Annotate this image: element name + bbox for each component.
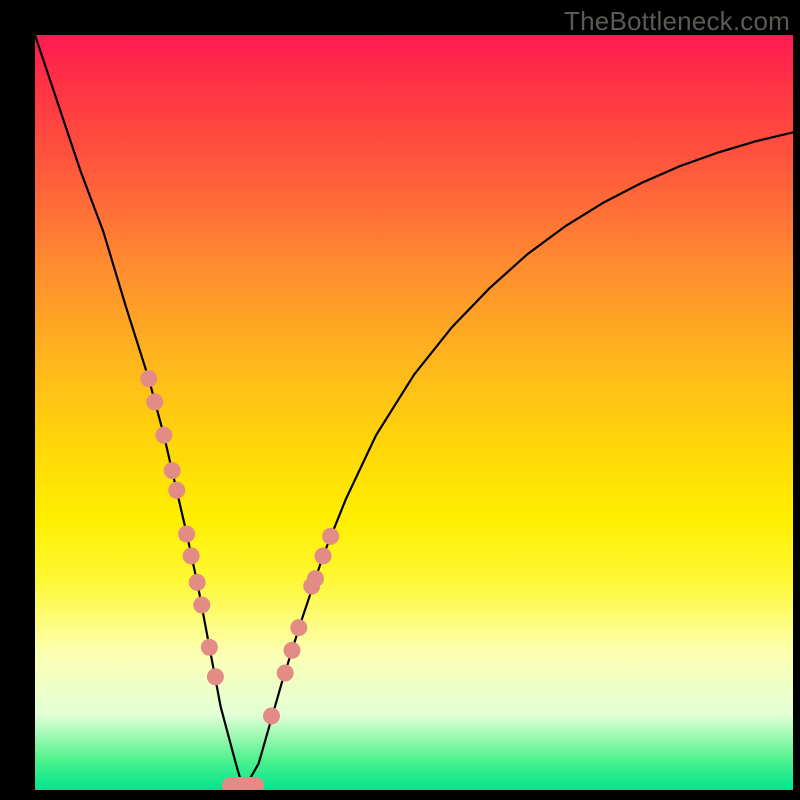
data-marker [322,528,339,545]
watermark-text: TheBottleneck.com [564,6,790,37]
data-marker [307,570,324,587]
data-marker [183,547,200,564]
curve-line [35,35,793,790]
data-marker [207,668,224,685]
data-marker [140,370,157,387]
data-marker [315,547,332,564]
data-marker [277,664,294,681]
data-marker [146,393,163,410]
data-marker [168,482,185,499]
data-marker [201,639,218,656]
data-markers [140,370,339,790]
data-marker [290,619,307,636]
data-marker [178,526,195,543]
chart-svg [35,35,793,790]
data-marker [155,427,172,444]
data-marker [164,462,181,479]
data-marker [283,642,300,659]
data-marker [263,708,280,725]
data-marker [189,574,206,591]
plot-area [35,35,793,790]
chart-frame: TheBottleneck.com [0,0,800,800]
data-marker-pill [222,777,264,790]
data-marker [193,597,210,614]
